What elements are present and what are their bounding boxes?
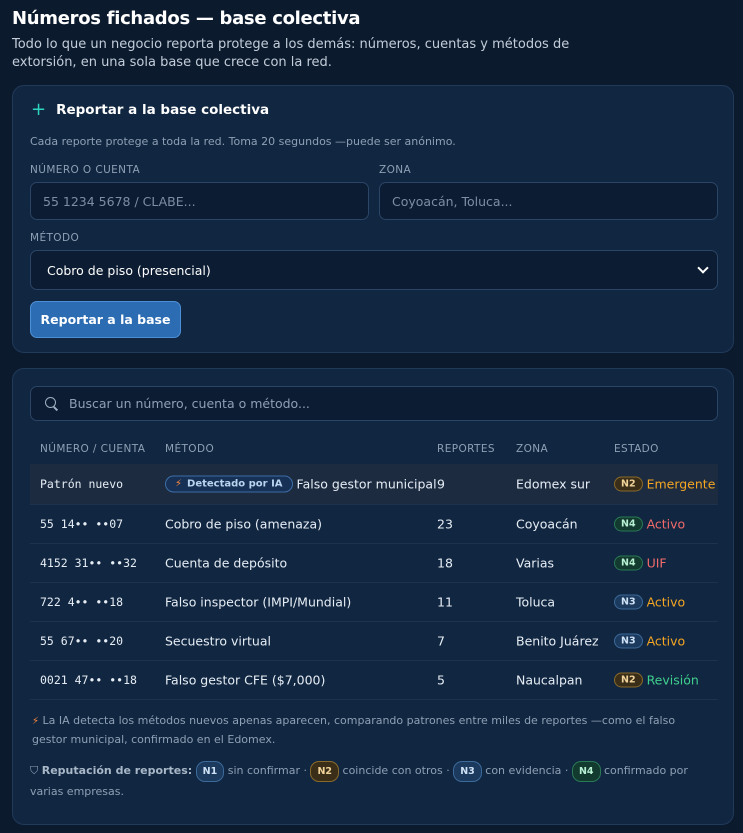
- column-header-reports: REPORTES: [437, 443, 495, 455]
- level-badge-n3: N3: [453, 761, 482, 782]
- level-badge: N4: [614, 516, 643, 532]
- status-text: Activo: [646, 594, 686, 610]
- number-label: NÚMERO O CUENTA: [30, 164, 141, 176]
- database-card: Buscar un número, cuenta o método... NÚM…: [12, 368, 734, 825]
- method-select-value: Cobro de piso (presencial): [47, 262, 211, 278]
- row-method-cell: Cuenta de depósito: [165, 556, 287, 571]
- row-method-cell: ⚡ Detectado por IA Falso gestor municipal: [165, 475, 437, 493]
- status-text: Activo: [646, 516, 686, 532]
- row-method-cell: Cobro de piso (amenaza): [165, 517, 322, 532]
- search-bar[interactable]: Buscar un número, cuenta o método...: [30, 386, 718, 421]
- report-form-header: + Reportar a la base colectiva: [31, 99, 270, 120]
- column-header-zone: ZONA: [516, 443, 549, 455]
- row-method: Secuestro virtual: [165, 633, 271, 649]
- level-badge: N2: [614, 476, 643, 492]
- number-input[interactable]: [30, 182, 369, 220]
- row-number: 55 14•• ••07: [40, 517, 124, 531]
- row-number: 0021 47•• ••18: [40, 673, 137, 687]
- row-zone: Varias: [516, 555, 555, 571]
- status-text: Revisión: [646, 672, 699, 688]
- row-method: Falso gestor municipal: [296, 476, 437, 492]
- row-number: 55 67•• ••20: [40, 634, 124, 648]
- ai-detected-label: Detectado por IA: [187, 478, 283, 490]
- level-text-n1: sin confirmar: [227, 764, 300, 777]
- ai-detected-badge: ⚡ Detectado por IA: [165, 475, 293, 493]
- chevron-down-icon: [697, 262, 709, 274]
- plus-icon: +: [31, 99, 47, 120]
- reputation-label: Reputación de reportes:: [41, 764, 193, 777]
- row-number: 722 4•• ••18: [40, 595, 124, 609]
- report-form-heading: Reportar a la base colectiva: [56, 102, 270, 118]
- report-submit-button[interactable]: Reportar a la base: [30, 301, 181, 338]
- table-row[interactable]: 55 14•• ••07 Cobro de piso (amenaza) 23 Coy…: [30, 505, 718, 544]
- method-select[interactable]: Cobro de piso (presencial): [30, 250, 718, 290]
- row-zone: Naucalpan: [516, 672, 583, 688]
- page-subtitle: Todo lo que un negocio reporta protege a…: [12, 37, 570, 70]
- table-row[interactable]: Patrón nuevo ⚡ Detectado por IA Falso gesto…: [30, 464, 718, 505]
- shield-icon: ⛉: [30, 764, 39, 777]
- row-zone: Toluca: [516, 594, 556, 610]
- level-badge: N3: [614, 594, 643, 610]
- ai-note-text: La IA detecta los métodos nuevos apenas …: [32, 714, 676, 746]
- row-status-cell: N4 UIF: [614, 555, 667, 571]
- lightning-icon: ⚡: [175, 478, 183, 490]
- level-badge: N4: [614, 555, 643, 571]
- search-icon: [45, 396, 59, 411]
- row-status-cell: N2 Revisión: [614, 672, 699, 688]
- level-badge: N2: [614, 672, 643, 688]
- lightning-icon: ⚡: [32, 716, 40, 727]
- table-row[interactable]: 55 67•• ••20 Secuestro virtual 7 Benito Juá…: [30, 622, 718, 661]
- table-row[interactable]: 4152 31•• ••32 Cuenta de depósito 18 Varias…: [30, 544, 718, 583]
- row-method-cell: Falso gestor CFE ($7,000): [165, 673, 325, 688]
- level-text-n3: con evidencia: [485, 764, 562, 777]
- row-reports: 23: [437, 516, 453, 532]
- row-method: Falso inspector (IMPI/Mundial): [165, 594, 352, 610]
- table-row[interactable]: 0021 47•• ••18 Falso gestor CFE ($7,000) 5…: [30, 661, 718, 700]
- row-reports: 9: [437, 476, 445, 492]
- search-input[interactable]: Buscar un número, cuenta o método...: [69, 396, 310, 411]
- report-form-card: + Reportar a la base colectiva Cada repo…: [12, 85, 734, 353]
- row-number: Patrón nuevo: [40, 477, 124, 491]
- level-badge-n2: N2: [310, 761, 340, 782]
- row-reports: 5: [437, 672, 445, 688]
- level-badge: N3: [614, 633, 643, 649]
- level-text-n2: coincide con otros: [342, 764, 443, 777]
- method-label: MÉTODO: [30, 232, 80, 244]
- row-reports: 11: [437, 594, 453, 610]
- status-text: UIF: [646, 555, 667, 571]
- zone-input[interactable]: [379, 182, 718, 220]
- page-title: Números fichados — base colectiva: [12, 8, 361, 29]
- table-body: Patrón nuevo ⚡ Detectado por IA Falso gesto…: [30, 464, 718, 700]
- row-number: 4152 31•• ••32: [40, 556, 137, 570]
- row-method-cell: Falso inspector (IMPI/Mundial): [165, 595, 351, 610]
- table-header: NÚMERO / CUENTA MÉTODO REPORTES ZONA EST…: [30, 439, 718, 459]
- row-zone: Edomex sur: [516, 476, 591, 492]
- column-header-status: ESTADO: [614, 443, 659, 455]
- ai-note: ⚡ La IA detecta los métodos nuevos apena…: [32, 712, 712, 748]
- row-method: Falso gestor CFE ($7,000): [165, 672, 326, 688]
- row-method: Cobro de piso (amenaza): [165, 516, 323, 532]
- row-status-cell: N2 Emergente: [614, 476, 716, 492]
- table-row[interactable]: 722 4•• ••18 Falso inspector (IMPI/Mundia…: [30, 583, 718, 622]
- row-status-cell: N4 Activo: [614, 516, 686, 532]
- report-form-description: Cada reporte protege a toda la red. Toma…: [30, 135, 456, 148]
- status-text: Activo: [646, 633, 686, 649]
- level-badge-n1: N1: [195, 761, 225, 782]
- row-status-cell: N3 Activo: [614, 594, 686, 610]
- row-status-cell: N3 Activo: [614, 633, 686, 649]
- zone-label: ZONA: [379, 164, 412, 176]
- column-header-method: MÉTODO: [165, 443, 215, 455]
- reputation-legend: ⛉ Reputación de reportes: N1 sin confirm…: [30, 761, 720, 801]
- row-zone: Benito Juárez: [516, 633, 599, 649]
- row-method-cell: Secuestro virtual: [165, 634, 271, 649]
- row-reports: 18: [437, 555, 453, 571]
- status-text: Emergente: [646, 476, 716, 492]
- column-header-number: NÚMERO / CUENTA: [40, 443, 146, 455]
- row-reports: 7: [437, 633, 445, 649]
- row-zone: Coyoacán: [516, 516, 578, 532]
- row-method: Cuenta de depósito: [165, 555, 288, 571]
- level-badge-n4: N4: [571, 761, 601, 782]
